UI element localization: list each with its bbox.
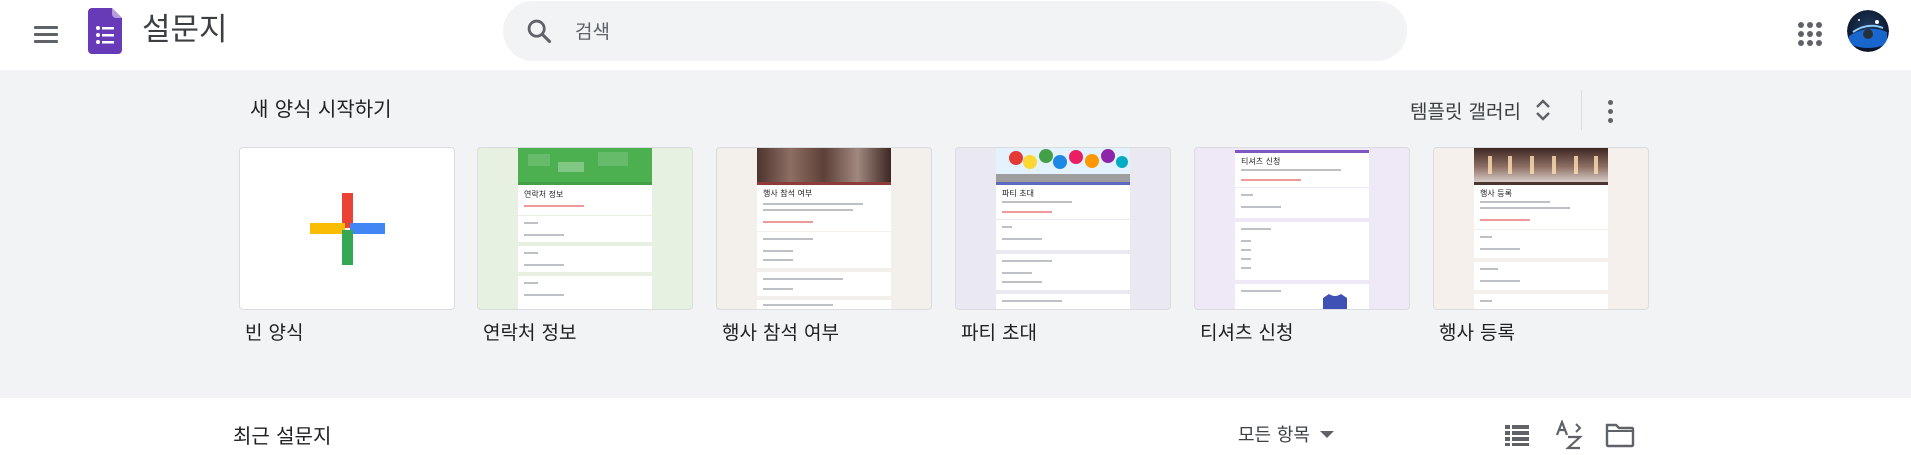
template-label: 티셔츠 신청 bbox=[1200, 322, 1294, 344]
more-vert-icon[interactable] bbox=[1598, 94, 1622, 128]
recent-forms-title: 최근 설문지 bbox=[233, 424, 332, 448]
search-icon[interactable] bbox=[525, 17, 553, 45]
owner-filter-dropdown[interactable]: 모든 항목 bbox=[1238, 418, 1334, 450]
template-thumbnail[interactable] bbox=[239, 147, 455, 310]
template-label: 행사 참석 여부 bbox=[722, 322, 839, 344]
menu-icon[interactable] bbox=[30, 18, 62, 50]
thumb-title: 연락처 정보 bbox=[524, 190, 564, 199]
template-section: 새 양식 시작하기 템플릿 갤러리 빈 양식 연락처 정보 연락처 정보 행사 … bbox=[0, 70, 1911, 398]
header-image bbox=[518, 148, 652, 182]
template-gallery-label: 템플릿 갤러리 bbox=[1410, 100, 1521, 123]
thumb-title: 행사 등록 bbox=[1480, 189, 1512, 198]
template-thumbnail[interactable]: 연락처 정보 bbox=[477, 147, 693, 310]
top-app-bar: 설문지 bbox=[0, 0, 1911, 70]
header-image bbox=[757, 148, 891, 182]
search-input[interactable] bbox=[573, 9, 1357, 55]
template-card-party[interactable]: 파티 초대 파티 초대 bbox=[955, 147, 1171, 346]
template-label: 연락처 정보 bbox=[483, 322, 577, 344]
unfold-icon bbox=[1536, 99, 1550, 121]
template-thumbnail[interactable]: 행사 등록 bbox=[1433, 147, 1649, 310]
dropdown-arrow-icon bbox=[1319, 430, 1334, 438]
template-thumbnail[interactable]: 행사 참석 여부 bbox=[716, 147, 932, 310]
template-card-blank[interactable]: 빈 양식 bbox=[239, 147, 455, 346]
thumb-title: 파티 초대 bbox=[1002, 189, 1034, 198]
template-card-contact[interactable]: 연락처 정보 연락처 정보 bbox=[477, 147, 693, 346]
app-title[interactable]: 설문지 bbox=[142, 10, 228, 50]
template-label: 빈 양식 bbox=[245, 322, 304, 344]
template-card-registration[interactable]: 행사 등록 행사 등록 bbox=[1433, 147, 1649, 346]
divider bbox=[1581, 90, 1582, 130]
apps-grid-icon[interactable] bbox=[1792, 16, 1828, 52]
owner-filter-label: 모든 항목 bbox=[1238, 425, 1310, 446]
search-bar[interactable] bbox=[503, 1, 1407, 61]
template-label: 행사 등록 bbox=[1439, 322, 1515, 344]
list-view-icon[interactable] bbox=[1503, 421, 1531, 449]
header-image bbox=[1474, 148, 1608, 182]
forms-logo-icon[interactable] bbox=[88, 8, 122, 54]
avatar[interactable] bbox=[1847, 10, 1889, 52]
thumb-title: 티셔츠 신청 bbox=[1241, 157, 1281, 166]
header-image bbox=[996, 148, 1130, 182]
thumb-title: 행사 참석 여부 bbox=[763, 189, 813, 198]
plus-icon bbox=[310, 193, 385, 265]
template-thumbnail[interactable]: 파티 초대 bbox=[955, 147, 1171, 310]
section-heading: 새 양식 시작하기 bbox=[250, 97, 392, 121]
template-card-tshirt[interactable]: 티셔츠 신청 티셔츠 신청 bbox=[1194, 147, 1410, 346]
template-gallery-button[interactable]: 템플릿 갤러리 bbox=[1410, 90, 1553, 130]
template-label: 파티 초대 bbox=[961, 322, 1037, 344]
folder-icon[interactable] bbox=[1605, 421, 1635, 449]
template-thumbnail[interactable]: 티셔츠 신청 bbox=[1194, 147, 1410, 310]
template-card-rsvp[interactable]: 행사 참석 여부 행사 참석 여부 bbox=[716, 147, 932, 346]
sort-az-icon[interactable] bbox=[1554, 420, 1584, 450]
